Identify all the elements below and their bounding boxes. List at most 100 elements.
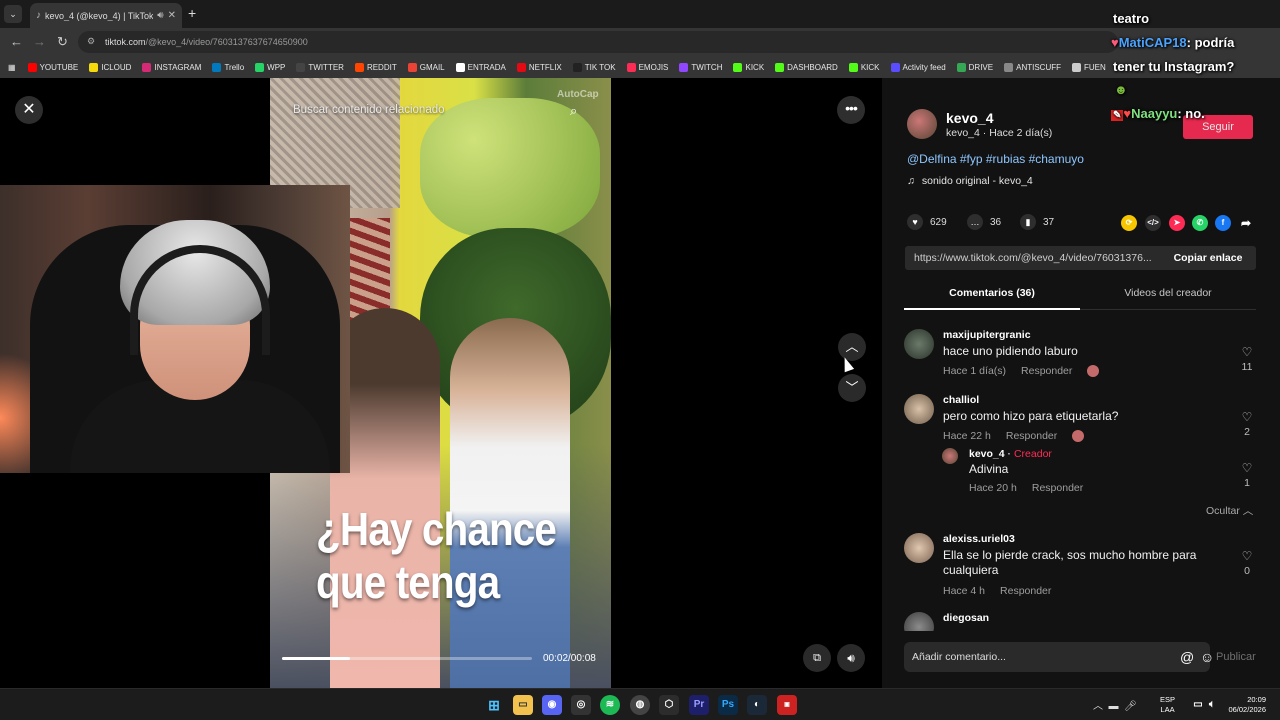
comment-like[interactable]: ♡ 1 bbox=[1237, 461, 1257, 489]
like-action[interactable]: ♥ 629 bbox=[907, 214, 947, 230]
back-icon[interactable]: ← bbox=[10, 34, 23, 49]
comment-username[interactable]: challiol bbox=[943, 394, 979, 406]
bookmark-item[interactable]: TWITCH bbox=[679, 62, 722, 72]
reply-button[interactable]: Responder bbox=[1021, 365, 1072, 377]
speaker-icon[interactable]: 🔈︎ bbox=[1202, 695, 1222, 715]
bookmark-item[interactable]: Trello bbox=[212, 62, 244, 72]
comment-like[interactable]: ♡ 11 bbox=[1237, 345, 1257, 373]
repost-icon[interactable]: ⟳ bbox=[1121, 215, 1137, 231]
copy-link-button[interactable]: Copiar enlace bbox=[1160, 246, 1256, 270]
hide-replies-button[interactable]: Ocultar ︿ bbox=[1206, 503, 1253, 518]
voicemod-icon[interactable]: ▣ bbox=[777, 695, 797, 715]
comment-avatar[interactable] bbox=[904, 329, 934, 359]
mention-icon[interactable]: @ bbox=[1180, 642, 1194, 672]
system-tray[interactable]: ︿ ▬ 🎤︎ bbox=[1093, 697, 1137, 712]
bookmark-item[interactable]: TIK TOK bbox=[572, 62, 616, 72]
photoshop-icon[interactable]: Ps bbox=[718, 695, 738, 715]
comment-time: Hace 4 h bbox=[943, 585, 986, 597]
apps-icon[interactable]: ▦ bbox=[8, 63, 16, 72]
bookmark-item[interactable]: REDDIT bbox=[354, 62, 397, 72]
speaker-icon[interactable]: 🔊︎ bbox=[157, 10, 163, 21]
share-arrow-icon[interactable]: ➦ bbox=[1238, 215, 1254, 231]
comment-avatar[interactable] bbox=[904, 394, 934, 424]
embed-icon[interactable]: </> bbox=[1145, 215, 1161, 231]
bookmark-item[interactable]: GMAIL bbox=[407, 62, 445, 72]
next-video-button[interactable]: ﹀ bbox=[838, 374, 866, 402]
facebook-icon[interactable]: f bbox=[1215, 215, 1231, 231]
tab-creator-videos[interactable]: Videos del creador bbox=[1080, 282, 1256, 310]
video-progress-bar[interactable] bbox=[282, 657, 532, 660]
reply-button[interactable]: Responder bbox=[1032, 482, 1083, 494]
obs-icon[interactable]: ◎ bbox=[571, 695, 591, 715]
bookmark-item[interactable]: NETFLIX bbox=[516, 62, 562, 72]
bookmark-item[interactable]: DRIVE bbox=[956, 62, 993, 72]
comment-username[interactable]: maxijupitergranic bbox=[943, 329, 1031, 341]
whatsapp-icon[interactable]: ✆ bbox=[1192, 215, 1208, 231]
reload-icon[interactable]: ↻ bbox=[57, 34, 68, 50]
comment-avatar[interactable] bbox=[904, 533, 934, 563]
related-search-hint[interactable]: Buscar contenido relacionado bbox=[293, 104, 445, 116]
sound-link[interactable]: ♫ sonido original - kevo_4 bbox=[907, 175, 1033, 187]
save-action[interactable]: ▮ 37 bbox=[1020, 214, 1054, 230]
tab-comments[interactable]: Comentarios (36) bbox=[904, 282, 1080, 310]
bookmark-item[interactable]: FUEN bbox=[1072, 62, 1106, 72]
browser-tab[interactable]: ♪ kevo_4 (@kevo_4) | TikTok 🔊︎ ✕ bbox=[30, 3, 182, 28]
chrome-icon[interactable]: ◍ bbox=[630, 695, 650, 715]
file-explorer-icon[interactable]: ▭ bbox=[513, 695, 533, 715]
reply-button[interactable]: Responder bbox=[1006, 430, 1057, 442]
bookmark-item[interactable]: DASHBOARD bbox=[775, 62, 838, 72]
more-options-button[interactable]: ••• bbox=[837, 96, 865, 124]
share-link-field[interactable]: https://www.tiktok.com/@kevo_4/video/760… bbox=[905, 246, 1160, 270]
site-info-icon[interactable]: ⚙︎ bbox=[87, 36, 95, 47]
picture-in-picture-button[interactable]: ⧉ bbox=[803, 644, 831, 672]
bookmark-item[interactable]: INSTAGRAM bbox=[142, 62, 201, 72]
spotify-icon[interactable]: ≋ bbox=[600, 695, 620, 715]
windows-start-icon[interactable]: ⊞ bbox=[484, 695, 504, 715]
comment-username[interactable]: alexiss.uriel03 bbox=[943, 533, 1015, 545]
new-tab-button[interactable]: + bbox=[188, 5, 196, 21]
add-comment-input[interactable]: Añadir comentario... @ ☺ bbox=[904, 642, 1214, 672]
reply-username[interactable]: kevo_4 bbox=[969, 448, 1005, 460]
comment-icon: … bbox=[967, 214, 983, 230]
close-button[interactable]: ✕ bbox=[15, 96, 43, 124]
comment-avatar[interactable] bbox=[904, 612, 934, 631]
comment-username[interactable]: diegosan bbox=[943, 612, 989, 624]
bookmark-item[interactable]: YOUTUBE bbox=[27, 62, 78, 72]
video-description-tags[interactable]: @Delfina #fyp #rubias #chamuyo bbox=[907, 152, 1084, 166]
bookmark-item[interactable]: KICK bbox=[848, 62, 880, 72]
premiere-icon[interactable]: Pr bbox=[689, 695, 709, 715]
bookmark-item[interactable]: Activity feed bbox=[890, 62, 946, 72]
url-bar[interactable]: ⚙︎ tiktok.com/@kevo_4/video/760313763767… bbox=[78, 31, 1118, 53]
bookmark-item[interactable]: ANTISCUFF bbox=[1004, 62, 1061, 72]
bookmark-item[interactable]: EMOJIS bbox=[626, 62, 668, 72]
app-icon[interactable]: ⬡ bbox=[659, 695, 679, 715]
comment-like[interactable]: ♡ 0 bbox=[1237, 549, 1257, 577]
bookmark-favicon-icon bbox=[572, 62, 582, 72]
comment-action[interactable]: … 36 bbox=[967, 214, 1001, 230]
bookmark-item[interactable]: ENTRADA bbox=[455, 62, 506, 72]
comment-like[interactable]: ♡ 2 bbox=[1237, 410, 1257, 438]
author-avatar[interactable] bbox=[907, 109, 937, 139]
bookmark-item[interactable]: TWITTER bbox=[296, 62, 344, 72]
url-domain: tiktok.com bbox=[105, 37, 146, 47]
send-icon[interactable]: ➤ bbox=[1169, 215, 1185, 231]
forward-icon[interactable]: → bbox=[33, 34, 46, 49]
publish-button[interactable]: Publicar bbox=[1216, 642, 1256, 672]
tab-search-button[interactable]: ⌄ bbox=[4, 5, 22, 23]
search-icon[interactable]: ⌕ bbox=[570, 103, 577, 119]
emoji-icon[interactable]: ☺ bbox=[1200, 642, 1214, 672]
volume-button[interactable]: 🔊︎ bbox=[837, 644, 865, 672]
close-tab-icon[interactable]: ✕ bbox=[168, 10, 176, 21]
previous-video-button[interactable]: ︿ bbox=[838, 333, 866, 361]
discord-icon[interactable]: ◉ bbox=[542, 695, 562, 715]
language-indicator[interactable]: ESP LAA bbox=[1160, 695, 1175, 715]
author-name[interactable]: kevo_4 bbox=[946, 110, 993, 126]
comment-avatar[interactable] bbox=[942, 448, 958, 464]
bookmark-label: NETFLIX bbox=[528, 62, 562, 72]
bookmark-item[interactable]: ICLOUD bbox=[89, 62, 131, 72]
steam-icon[interactable]: ◐ bbox=[747, 695, 767, 715]
bookmark-item[interactable]: KICK bbox=[733, 62, 764, 72]
bookmark-item[interactable]: WPP bbox=[255, 62, 285, 72]
reply-button[interactable]: Responder bbox=[1000, 585, 1051, 597]
clock[interactable]: 20:09 06/02/2026 bbox=[1226, 695, 1266, 715]
